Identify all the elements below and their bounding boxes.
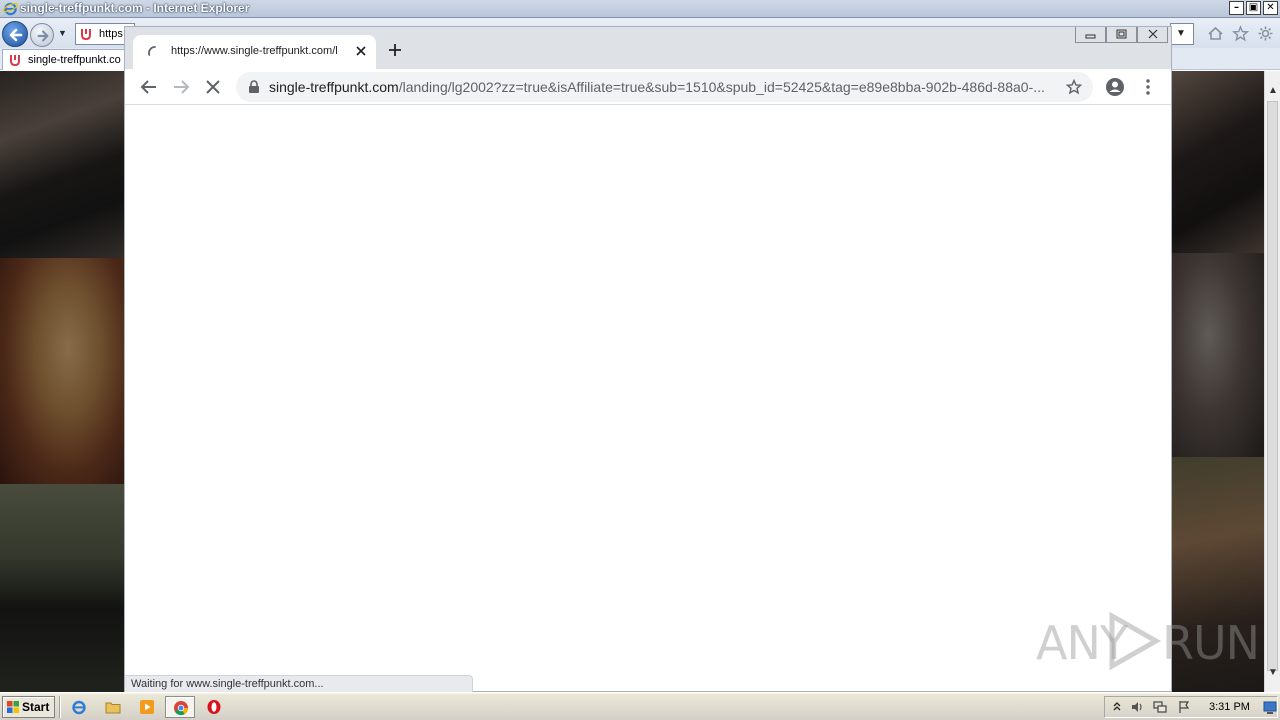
close-icon xyxy=(1148,29,1158,39)
ie-logo-icon xyxy=(3,2,18,16)
back-arrow-icon xyxy=(9,28,23,42)
scroll-down-icon[interactable]: ▼ xyxy=(1268,667,1278,678)
ie-forward-button[interactable] xyxy=(30,23,54,47)
url-domain: single-treffpunkt.com xyxy=(269,79,399,95)
status-bubble: Waiting for www.single-treffpunkt.com... xyxy=(125,675,473,693)
volume-icon[interactable] xyxy=(1130,700,1144,714)
action-center-flag-icon[interactable] xyxy=(1177,700,1191,714)
url-text: single-treffpunkt.com/landing/lg2002?zz=… xyxy=(269,79,1049,95)
ie-tab[interactable]: single-treffpunkt.co xyxy=(2,49,130,70)
new-tab-plus-icon[interactable] xyxy=(387,42,403,58)
start-label: Start xyxy=(22,700,50,714)
profile-photo[interactable] xyxy=(0,258,124,484)
stop-x-icon[interactable] xyxy=(203,77,223,97)
ie-vertical-scrollbar[interactable]: ▲ ▼ xyxy=(1264,71,1280,692)
media-player-icon xyxy=(140,700,154,714)
forward-arrow-icon xyxy=(37,30,49,42)
play-logo-icon xyxy=(1109,612,1162,670)
taskbar-media-player-button[interactable] xyxy=(132,696,162,718)
page-content xyxy=(125,106,1171,691)
scroll-up-icon[interactable]: ▲ xyxy=(1268,85,1278,96)
taskbar-explorer-button[interactable] xyxy=(98,696,128,718)
chrome-icon xyxy=(174,701,189,716)
desktop: single-treffpunkt.com - Internet Explore… xyxy=(0,0,1280,720)
chrome-window: https://www.single-treffpunkt.com/l sing… xyxy=(124,26,1172,693)
clock[interactable]: 3:31 PM xyxy=(1209,701,1250,713)
ie-history-dropdown[interactable]: ▼ xyxy=(58,28,67,38)
omnibox[interactable]: single-treffpunkt.com/landing/lg2002?zz=… xyxy=(236,72,1093,102)
taskbar: Start 3:31 PM xyxy=(0,692,1280,720)
forward-arrow-icon[interactable] xyxy=(171,77,191,97)
minimize-icon xyxy=(1085,34,1096,39)
account-circle-icon[interactable] xyxy=(1105,77,1125,97)
taskbar-opera-button[interactable] xyxy=(199,696,229,718)
internet-explorer-icon xyxy=(72,700,86,715)
profile-photo[interactable] xyxy=(1172,253,1264,457)
chrome-toolbar: single-treffpunkt.com/landing/lg2002?zz=… xyxy=(125,69,1171,105)
site-favicon-icon xyxy=(10,55,20,67)
chevron-down-icon: ▼ xyxy=(1176,28,1186,39)
taskbar-chrome-button[interactable] xyxy=(165,696,195,718)
ie-window-controls: – ▣ ✕ xyxy=(1229,1,1278,15)
taskbar-separator xyxy=(59,696,61,718)
lock-icon[interactable] xyxy=(248,80,260,94)
ie-back-button[interactable] xyxy=(2,21,28,47)
scrollbar-thumb[interactable] xyxy=(1267,101,1278,671)
favorites-star-icon[interactable] xyxy=(1231,25,1250,42)
chrome-close-button[interactable] xyxy=(1137,27,1168,43)
ie-window-title: single-treffpunkt.com - Internet Explore… xyxy=(20,1,250,15)
system-tray: 3:31 PM xyxy=(1104,696,1278,718)
tab-close-icon[interactable] xyxy=(353,43,369,59)
network-icon[interactable] xyxy=(1153,700,1167,714)
ie-minimize-button[interactable]: – xyxy=(1229,1,1244,15)
ie-command-icons xyxy=(1207,25,1274,42)
home-icon[interactable] xyxy=(1207,25,1224,42)
taskbar-ie-button[interactable] xyxy=(64,696,94,718)
settings-gear-icon[interactable] xyxy=(1257,25,1274,42)
chrome-tab-strip: https://www.single-treffpunkt.com/l xyxy=(125,27,1171,69)
anyrun-watermark: ANY RUN xyxy=(1036,610,1260,672)
url-path: /landing/lg2002?zz=true&isAffiliate=true… xyxy=(398,79,1045,95)
kebab-menu-icon[interactable] xyxy=(1138,77,1158,97)
chrome-restore-button[interactable] xyxy=(1106,27,1137,43)
folder-icon xyxy=(105,702,121,714)
ie-address-text: https xyxy=(99,28,123,40)
loading-spinner-icon xyxy=(148,46,156,56)
ie-tab-title: single-treffpunkt.co xyxy=(28,54,121,66)
windows-logo-icon xyxy=(7,701,19,713)
back-arrow-icon[interactable] xyxy=(139,77,159,97)
chrome-tab[interactable]: https://www.single-treffpunkt.com/l xyxy=(133,35,376,69)
ie-close-button[interactable]: ✕ xyxy=(1263,1,1278,15)
start-button[interactable]: Start xyxy=(2,696,55,718)
watermark-right-text: RUN xyxy=(1162,616,1260,670)
chrome-window-controls xyxy=(1075,27,1168,43)
profile-photo[interactable] xyxy=(0,484,124,692)
restore-icon xyxy=(1116,29,1127,39)
ie-title-bar: single-treffpunkt.com - Internet Explore… xyxy=(0,0,1280,18)
ie-restore-button[interactable]: ▣ xyxy=(1246,1,1261,15)
profile-photo[interactable] xyxy=(0,71,124,258)
opera-icon xyxy=(207,700,221,714)
ie-address-dropdown[interactable]: ▼ xyxy=(1170,23,1194,45)
chrome-tab-title: https://www.single-treffpunkt.com/l xyxy=(171,45,338,57)
site-favicon-icon xyxy=(81,29,91,41)
tray-expand-chevron-icon[interactable] xyxy=(1110,700,1124,714)
show-desktop-icon[interactable] xyxy=(1263,699,1277,715)
star-icon[interactable] xyxy=(1066,79,1082,95)
chrome-minimize-button[interactable] xyxy=(1075,27,1106,43)
profile-photo[interactable] xyxy=(1172,71,1264,253)
